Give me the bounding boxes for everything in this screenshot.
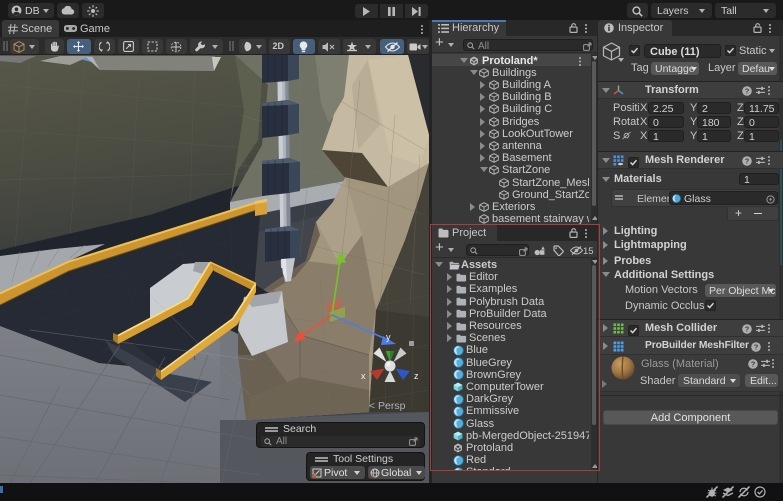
svg-text:y: y bbox=[386, 332, 391, 342]
svg-text:?: ? bbox=[745, 324, 750, 333]
svg-text:?: ? bbox=[745, 156, 750, 165]
svg-text:?: ? bbox=[745, 86, 750, 95]
svg-text:?: ? bbox=[754, 342, 759, 351]
svg-text:x: x bbox=[361, 371, 366, 381]
svg-text:?: ? bbox=[751, 359, 756, 368]
svg-text:z: z bbox=[414, 371, 419, 381]
svg-text:< Persp: < Persp bbox=[369, 400, 406, 412]
